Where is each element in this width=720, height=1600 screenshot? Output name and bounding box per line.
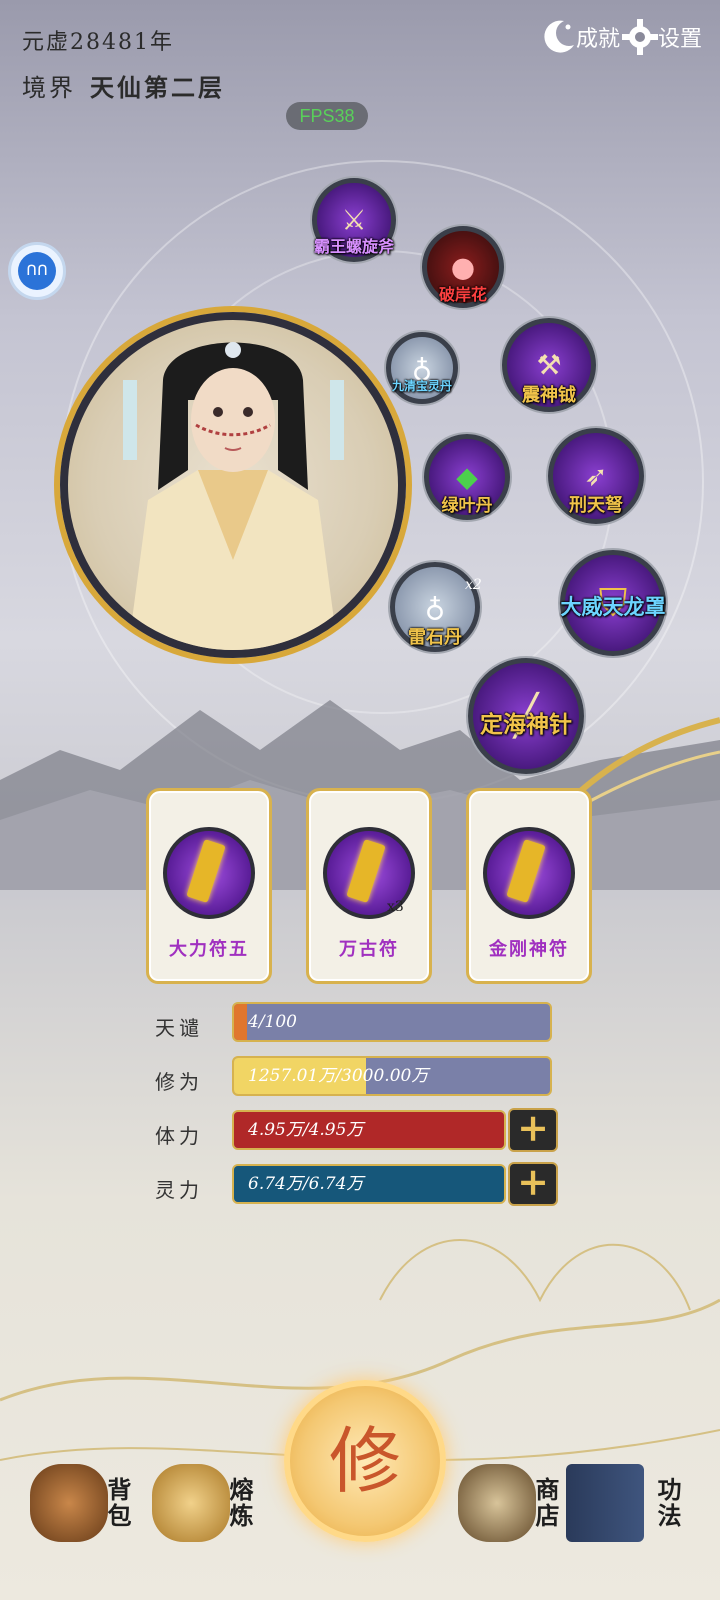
tianqian-fill (234, 1004, 247, 1040)
gear-icon (622, 19, 658, 55)
ingot-icon (152, 1464, 230, 1542)
cultivate-button[interactable]: 修 (284, 1380, 446, 1542)
halberd-icon: ⚒ (536, 348, 562, 382)
nav-smelt-label: 熔炼 (225, 1477, 254, 1529)
realm-value: 天仙第二层 (90, 73, 225, 102)
stat-label-tianqian: 天谴 (155, 1016, 203, 1040)
equip-slot-2[interactable]: ● 破岸花 (422, 226, 504, 308)
chest-icon: ◆ (456, 460, 478, 494)
equip-slot-3[interactable]: ♁ 九清宝灵丹 (386, 332, 458, 404)
crossbow-icon: ➶ (584, 459, 608, 493)
lingli-bar: 6.74万/6.74万 (232, 1164, 506, 1204)
tili-bar: 4.95万/4.95万 (232, 1110, 506, 1150)
xiuwei-bar: 1257.01万/3000.00万 (232, 1056, 552, 1096)
equip-name: 雷石丹 (408, 627, 462, 648)
achievements-label: 成就 (576, 27, 621, 52)
talisman-card-1[interactable]: 大力符五 (146, 788, 272, 984)
equip-name: 绿叶丹 (441, 496, 493, 516)
item-count: x2 (465, 577, 482, 593)
nav-bag[interactable]: 背包 (30, 1458, 135, 1548)
era-year: 元虚28481年 (22, 30, 174, 55)
equip-slot-4[interactable]: ⚒ 震神钺 (502, 318, 596, 412)
equip-slot-1[interactable]: ⚔ 霸王螺旋斧 (312, 178, 396, 262)
tianqian-bar: 4/100 (232, 1002, 552, 1042)
equip-slot-7[interactable]: ♁ 雷石丹 x2 (390, 562, 482, 652)
talisman-icon (163, 827, 255, 919)
orb-icon: ● (450, 250, 476, 284)
equip-name: 霸王螺旋斧 (313, 237, 395, 256)
scroll-icon (458, 1464, 536, 1542)
equip-name: 大威天龙罩 (560, 594, 666, 619)
vase-icon: ♁ (424, 590, 446, 624)
equip-slot-6[interactable]: ➶ 刑天弩 (548, 428, 644, 524)
equip-name: 破岸花 (438, 285, 488, 304)
equip-name: 定海神针 (480, 711, 572, 738)
tili-value: 4.95万/4.95万 (248, 1120, 364, 1140)
talisman-icon (483, 827, 575, 919)
assistant-icon: ∩∩ (18, 252, 56, 290)
nav-shop[interactable]: 商店 (458, 1458, 563, 1548)
equip-name: 刑天弩 (569, 495, 623, 516)
moon-icon (544, 20, 574, 53)
achievements-button[interactable]: 成就 (538, 10, 620, 64)
character-portrait[interactable] (60, 312, 406, 658)
nav-skills-label: 功法 (653, 1477, 682, 1529)
realm-label: 境界 (22, 74, 76, 102)
talisman-name: 大力符五 (169, 939, 249, 960)
talisman-card-2[interactable]: x3 万古符 (306, 788, 432, 984)
bag-icon (30, 1464, 108, 1542)
equip-name: 九清宝灵丹 (391, 379, 453, 393)
talisman-name: 万古符 (339, 939, 399, 960)
realm: 境界 天仙第二层 (22, 68, 225, 103)
xiuwei-value: 1257.01万/3000.00万 (248, 1066, 429, 1086)
equip-slot-9[interactable]: ╱ 定海神针 (468, 658, 584, 774)
stat-label-xiuwei: 修为 (155, 1070, 203, 1094)
lingli-value: 6.74万/6.74万 (248, 1174, 364, 1194)
nav-shop-label: 商店 (531, 1477, 560, 1529)
top-hud: 元虚28481年 境界 天仙第二层 (22, 24, 225, 103)
talisman-card-3[interactable]: 金刚神符 (466, 788, 592, 984)
fps-counter: FPS38 (286, 102, 368, 130)
nav-smelt[interactable]: 熔炼 (152, 1458, 257, 1548)
axe-icon: ⚔ (341, 203, 367, 237)
tili-add-button[interactable]: + (508, 1108, 558, 1152)
lingli-add-button[interactable]: + (508, 1162, 558, 1206)
book-icon (566, 1464, 644, 1542)
stat-label-tili: 体力 (155, 1124, 203, 1148)
tianqian-value: 4/100 (248, 1012, 297, 1032)
nav-skills[interactable]: 功法 (566, 1458, 685, 1548)
floating-assistant-button[interactable]: ∩∩ (8, 242, 66, 300)
cultivate-label: 修 (328, 1419, 401, 1503)
talisman-count: x3 (387, 899, 404, 915)
settings-button[interactable]: 设置 (620, 10, 702, 64)
settings-label: 设置 (658, 27, 703, 52)
character-illustration (123, 342, 344, 650)
nav-bag-label: 背包 (103, 1477, 132, 1529)
stat-label-lingli: 灵力 (155, 1178, 203, 1202)
equip-slot-5[interactable]: ◆ 绿叶丹 (424, 434, 510, 520)
equip-slot-8[interactable]: ⛉ 大威天龙罩 (560, 550, 666, 656)
equip-name: 震神钺 (522, 385, 576, 406)
talisman-name: 金刚神符 (489, 939, 569, 960)
